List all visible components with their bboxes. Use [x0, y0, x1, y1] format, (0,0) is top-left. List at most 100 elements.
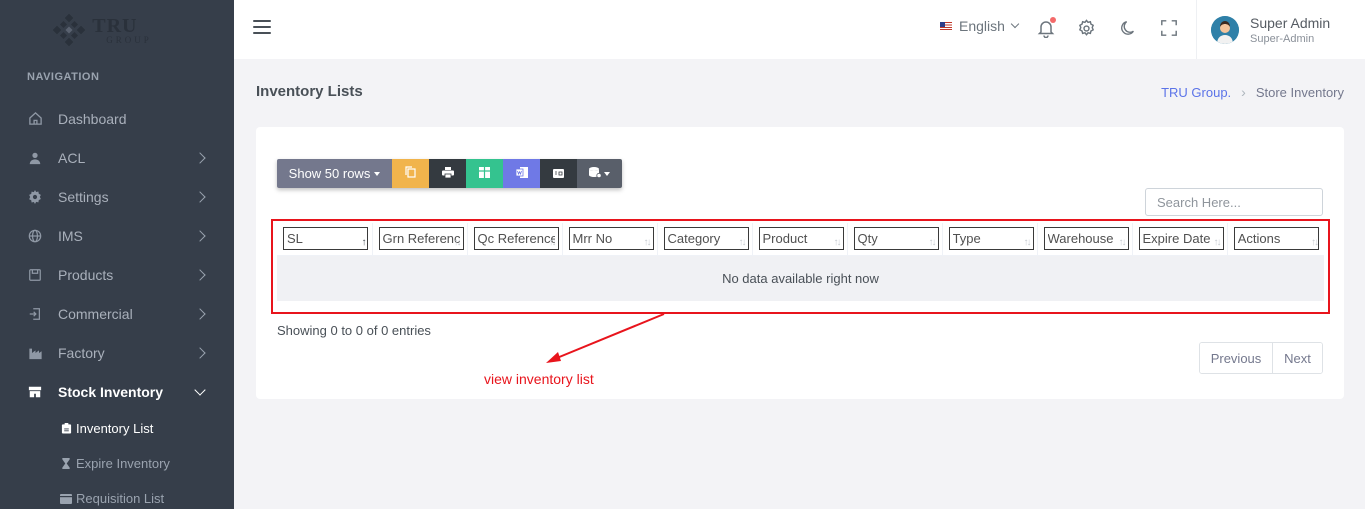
column-header-qty[interactable]: ↑↓ [846, 223, 942, 256]
column-filter-input[interactable] [758, 227, 844, 251]
chevron-right-icon [194, 307, 206, 320]
search-input[interactable] [1145, 188, 1323, 216]
column-visibility-icon [589, 166, 602, 181]
column-filter-input[interactable] [473, 227, 559, 251]
clipboard-icon [60, 423, 72, 435]
sidebar-item-products[interactable]: Products [0, 255, 234, 294]
sidebar-subitem-expire-inventory[interactable]: Expire Inventory [0, 446, 234, 481]
previous-page-button[interactable]: Previous [1200, 343, 1273, 373]
column-header-mrr-no[interactable]: ↑↓ [561, 223, 657, 256]
avatar [1211, 15, 1239, 44]
dark-mode-moon-icon[interactable] [1117, 17, 1139, 39]
column-header-qc-reference[interactable]: ↑↓ [466, 223, 562, 256]
column-filter-input[interactable] [1138, 227, 1224, 251]
column-filter-input[interactable] [948, 227, 1034, 251]
fullscreen-icon[interactable] [1158, 17, 1180, 39]
sort-icon: ↑↓ [548, 237, 557, 248]
inventory-card: Show 50 rows Search Here... SL ↑ Grn Ref… [256, 127, 1344, 399]
column-visibility-button[interactable] [577, 159, 622, 188]
column-header-expire-date[interactable]: ↑↓ [1131, 223, 1227, 256]
factory-icon [27, 345, 43, 361]
breadcrumb-link[interactable]: TRU Group. [1161, 85, 1231, 100]
sidebar-item-label: Factory [58, 344, 105, 361]
home-icon [27, 111, 43, 127]
column-header-sl[interactable]: ↑ [277, 223, 372, 256]
column-filter-input[interactable] [663, 227, 749, 251]
pagination: Previous Next [1199, 342, 1323, 374]
chevron-right-icon [194, 268, 206, 281]
column-filter-input[interactable] [378, 227, 464, 251]
annotation-arrow-icon [546, 313, 665, 363]
sidebar-item-label: Products [58, 266, 114, 283]
print-button[interactable] [429, 159, 466, 188]
page-title: Inventory Lists [256, 83, 363, 100]
chevron-right-icon [194, 151, 206, 164]
show-rows-label: Show 50 rows [288, 166, 371, 181]
column-filter-input[interactable] [853, 227, 939, 251]
store-icon [27, 384, 43, 400]
column-header-grn-reference[interactable]: ↑↓ [371, 223, 467, 256]
column-header-product[interactable]: ↑↓ [751, 223, 847, 256]
column-filter-input[interactable] [1233, 227, 1319, 251]
bell-icon[interactable] [1035, 17, 1057, 39]
breadcrumb-current: Store Inventory [1255, 84, 1344, 100]
column-header-warehouse[interactable]: ↑↓ [1036, 223, 1132, 256]
sign-in-icon [27, 306, 43, 322]
chevron-right-icon [194, 229, 206, 242]
nav-menu: Dashboard ACL Settings IMS Products Comm… [0, 99, 234, 411]
sidebar-item-label: Settings [58, 188, 109, 205]
pdf-icon [553, 166, 564, 181]
next-page-button[interactable]: Next [1273, 343, 1322, 373]
language-selector[interactable]: English [940, 18, 1020, 34]
inventory-table: ↑ ↑↓ ↑↓ ↑↓ ↑↓ ↑↓ ↑↓ ↑↓ ↑↓ ↑↓ ↑↓ No data … [277, 223, 1324, 303]
show-rows-button[interactable]: Show 50 rows [277, 159, 392, 188]
chevron-right-icon [194, 190, 206, 203]
column-filter-input[interactable] [283, 227, 368, 251]
sort-icon: ↑↓ [833, 237, 842, 248]
settings-gear-icon[interactable] [1075, 17, 1097, 39]
sort-icon: ↑↓ [453, 237, 462, 248]
column-header-category[interactable]: ↑↓ [656, 223, 752, 256]
sidebar-item-stock-inventory[interactable]: Stock Inventory [0, 372, 234, 411]
sort-icon: ↑↓ [1023, 237, 1032, 248]
word-button[interactable] [503, 159, 540, 188]
sidebar-item-ims[interactable]: IMS [0, 216, 234, 255]
column-header-actions[interactable]: ↑↓ [1226, 223, 1324, 256]
sidebar-subitem-requisition-list[interactable]: Requisition List [0, 481, 234, 509]
copy-button[interactable] [392, 159, 429, 188]
export-toolbar: Show 50 rows [277, 159, 622, 188]
column-filter-input[interactable] [568, 227, 654, 251]
empty-table-message: No data available right now [722, 270, 879, 286]
sidebar-subitem-inventory-list[interactable]: Inventory List [0, 411, 234, 446]
sidebar-item-label: Commercial [58, 305, 133, 322]
logo-mark-icon [52, 13, 86, 47]
sort-icon: ↑↓ [1213, 237, 1222, 248]
sort-icon: ↑↓ [1118, 237, 1127, 248]
sidebar-item-factory[interactable]: Factory [0, 333, 234, 372]
user-menu[interactable]: Super Admin Super-Admin [1196, 0, 1365, 59]
word-icon [515, 166, 528, 181]
chevron-right-icon [194, 346, 206, 359]
annotation-label: view inventory list [484, 371, 594, 387]
sidebar-item-label: Stock Inventory [58, 383, 164, 400]
user-icon [27, 150, 43, 166]
sidebar-item-settings[interactable]: Settings [0, 177, 234, 216]
notification-dot [1050, 17, 1056, 23]
pdf-button[interactable] [540, 159, 577, 188]
excel-button[interactable] [466, 159, 503, 188]
sidebar-item-label: Dashboard [58, 110, 127, 127]
sort-icon: ↑↓ [738, 237, 747, 248]
us-flag-icon [940, 22, 952, 30]
topbar: English Super Admin Super-Admin [234, 0, 1365, 59]
table-header-row: ↑ ↑↓ ↑↓ ↑↓ ↑↓ ↑↓ ↑↓ ↑↓ ↑↓ ↑↓ ↑↓ [277, 223, 1324, 256]
sidebar-item-acl[interactable]: ACL [0, 138, 234, 177]
sidebar-item-dashboard[interactable]: Dashboard [0, 99, 234, 138]
column-filter-input[interactable] [1043, 227, 1129, 251]
column-header-type[interactable]: ↑↓ [941, 223, 1037, 256]
menu-toggle-icon[interactable] [253, 20, 271, 34]
brand-logo[interactable]: TRU GROUP [0, 0, 234, 60]
gear-icon [27, 189, 43, 205]
caret-down-icon [374, 171, 381, 176]
sidebar-item-commercial[interactable]: Commercial [0, 294, 234, 333]
copy-icon [405, 166, 416, 181]
